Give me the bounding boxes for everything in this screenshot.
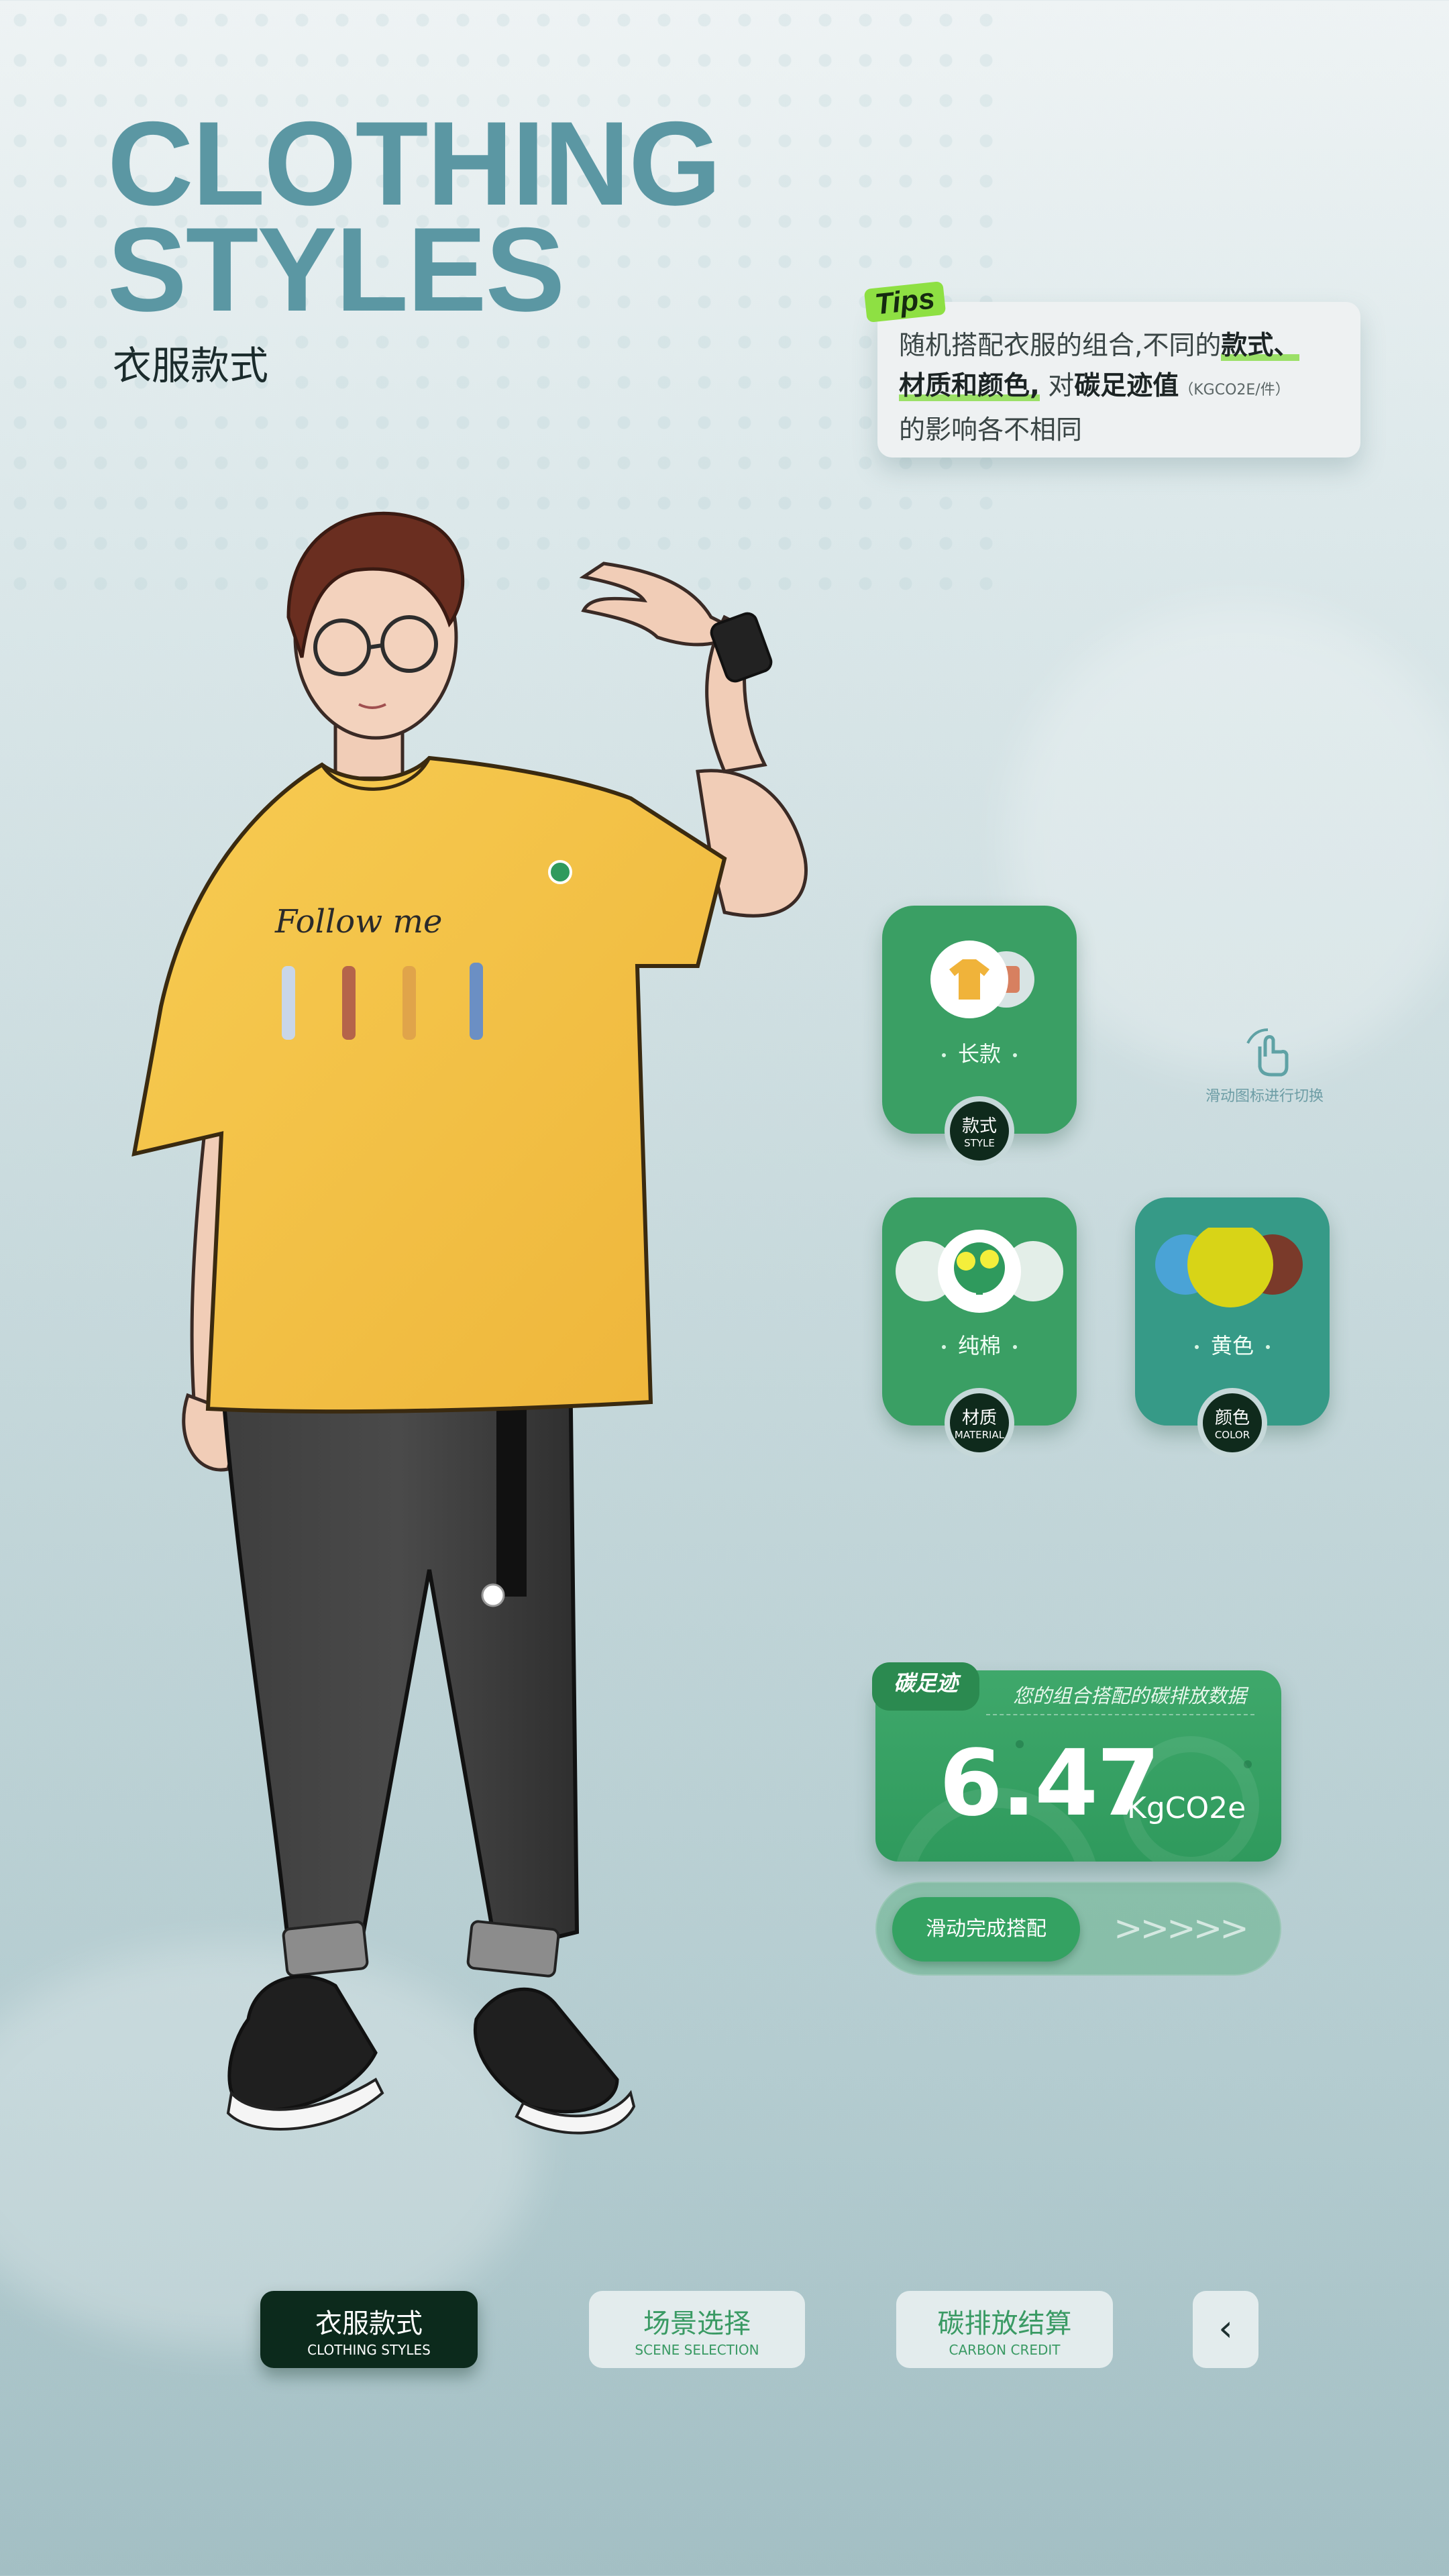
swipe-hand-icon <box>1246 1028 1289 1077</box>
tab-label: 碳排放结算 <box>937 2308 1072 2339</box>
color-badge-en: COLOR <box>1214 1429 1250 1441</box>
tips-text-part3: 的影响各不相同 <box>899 415 1083 445</box>
tab-sublabel: CARBON CREDIT <box>949 2342 1061 2358</box>
color-option-card[interactable]: 黄色 颜色 COLOR <box>1135 1197 1330 1458</box>
tips-text-part2: 对 <box>1039 371 1075 401</box>
style-badge: 款式 STYLE <box>945 1096 1014 1166</box>
carbon-unit: KgCO2e <box>1127 1791 1246 1825</box>
tips-text: 随机搭配衣服的组合,不同的款式、 材质和颜色, 对碳足迹值（KGCO2E/件） … <box>899 326 1342 451</box>
color-option-label: 黄色 <box>1135 1329 1330 1360</box>
page-title: CLOTHING STYLES <box>107 97 721 336</box>
tab-label: 场景选择 <box>643 2308 751 2339</box>
material-option-label: 纯棉 <box>882 1329 1077 1360</box>
carbon-value: 6.47 <box>939 1731 1161 1837</box>
shirt-hotspot[interactable] <box>548 860 572 884</box>
tips-emph-carbon: 碳足迹值 <box>1074 371 1179 401</box>
complete-slider-handle[interactable]: 滑动完成搭配 <box>892 1897 1080 1962</box>
tips-emph-material: 材质和颜色, <box>899 371 1040 401</box>
tab-carbon-credit[interactable]: 碳排放结算 CARBON CREDIT <box>896 2291 1113 2368</box>
material-badge-en: MATERIAL <box>954 1429 1005 1441</box>
tips-text-part1: 随机搭配衣服的组合,不同的 <box>899 331 1222 361</box>
style-badge-en: STYLE <box>964 1137 995 1149</box>
character-illustration: Follow me <box>131 511 808 2135</box>
cotton-icon <box>896 1230 1063 1313</box>
tab-scene-selection[interactable]: 场景选择 SCENE SELECTION <box>589 2291 805 2368</box>
style-option-label: 长款 <box>882 1037 1077 1068</box>
title-line-2: STYLES <box>107 203 565 336</box>
material-badge: 材质 MATERIAL <box>945 1388 1014 1458</box>
title-line-1: CLOTHING <box>107 97 721 230</box>
page-subtitle: 衣服款式 <box>113 343 269 388</box>
tab-clothing-styles[interactable]: 衣服款式 CLOTHING STYLES <box>260 2291 478 2368</box>
long-shirt-icon <box>930 941 1034 1018</box>
back-button[interactable]: ‹ <box>1193 2291 1258 2368</box>
swipe-hint: 滑动图标进行切换 <box>1187 1020 1342 1106</box>
color-option-value: 黄色 <box>1210 1333 1254 1358</box>
material-badge-zh: 材质 <box>961 1408 997 1428</box>
carbon-caption: 您的组合搭配的碳排放数据 <box>1013 1684 1247 1707</box>
material-option-card[interactable]: 纯棉 材质 MATERIAL <box>882 1197 1077 1458</box>
carbon-divider <box>986 1714 1254 1715</box>
tips-emph-style: 款式、 <box>1221 331 1300 361</box>
color-swatch-icon <box>1155 1228 1303 1307</box>
tab-sublabel: SCENE SELECTION <box>635 2342 759 2358</box>
carbon-tab: 碳足迹 <box>872 1662 979 1711</box>
tab-sublabel: CLOTHING STYLES <box>307 2342 431 2358</box>
tab-label: 衣服款式 <box>315 2308 423 2339</box>
material-option-value: 纯棉 <box>957 1333 1001 1358</box>
slider-arrows-icon: >>>>> <box>1114 1909 1249 1949</box>
style-option-card[interactable]: 长款 款式 STYLE <box>882 906 1077 1166</box>
pants-hotspot[interactable] <box>481 1583 505 1607</box>
style-badge-zh: 款式 <box>961 1116 997 1136</box>
tips-unit: （KGCO2E/件） <box>1179 382 1290 398</box>
shirt-print-text: Follow me <box>274 903 442 941</box>
swipe-hint-text: 滑动图标进行切换 <box>1205 1088 1324 1105</box>
color-badge: 颜色 COLOR <box>1197 1388 1267 1458</box>
color-badge-zh: 颜色 <box>1214 1408 1250 1428</box>
style-option-value: 长款 <box>957 1041 1001 1067</box>
